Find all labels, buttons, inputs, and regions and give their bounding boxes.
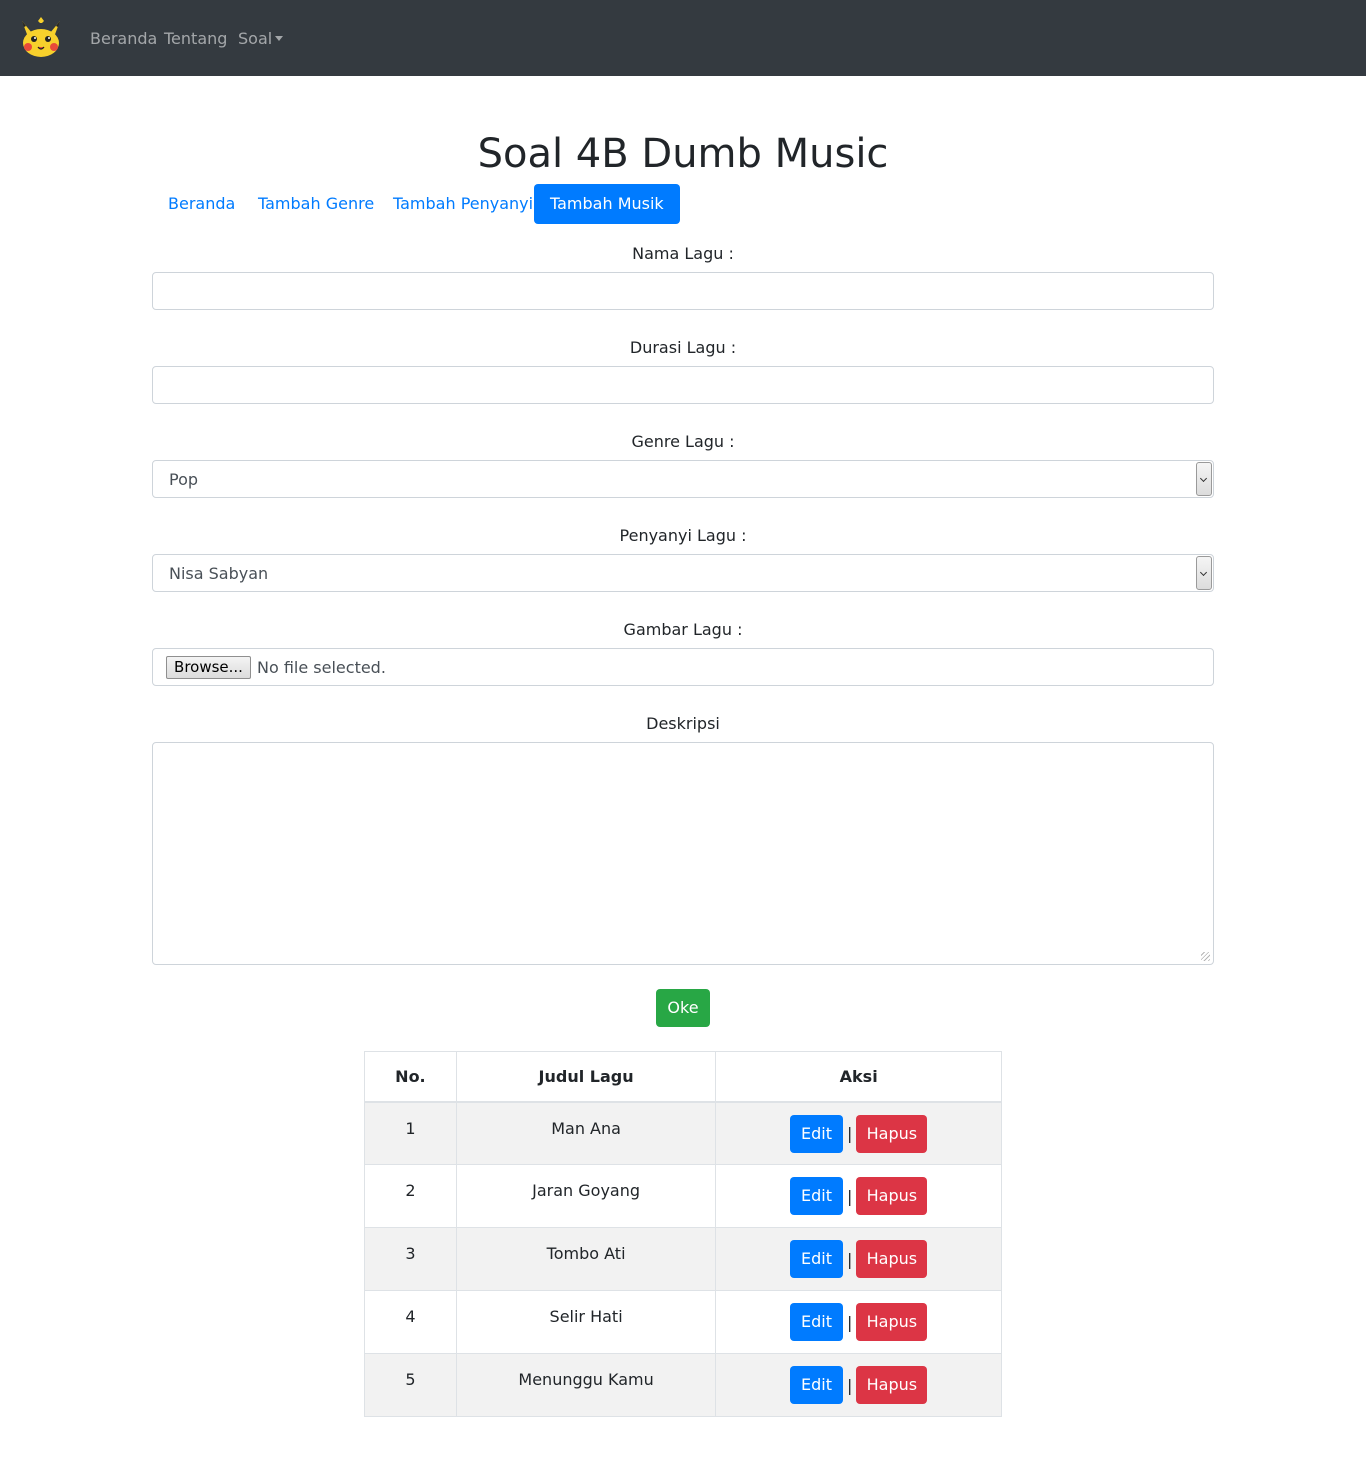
hapus-button[interactable]: Hapus: [856, 1114, 928, 1153]
penyanyi-lagu-selected: Nisa Sabyan: [169, 564, 269, 583]
table-header-row: No. Judul Lagu Aksi: [364, 1051, 1002, 1103]
tab-tambah-musik[interactable]: Tambah Musik: [534, 184, 680, 224]
separator: |: [846, 1124, 853, 1143]
table-row: 3 Tombo Ati Edit | Hapus: [364, 1227, 1002, 1291]
row-aksi: Edit | Hapus: [715, 1164, 1002, 1228]
browse-button[interactable]: Browse...: [166, 656, 251, 679]
row-no: 1: [364, 1101, 457, 1165]
penyanyi-lagu-label: Penyanyi Lagu :: [619, 526, 747, 545]
row-judul: Tombo Ati: [455, 1227, 717, 1291]
edit-button[interactable]: Edit: [789, 1177, 843, 1215]
edit-button[interactable]: Edit: [789, 1366, 843, 1404]
genre-lagu-select[interactable]: Pop: [152, 460, 1214, 498]
hapus-button[interactable]: Hapus: [856, 1240, 928, 1278]
deskripsi-textarea[interactable]: [152, 742, 1214, 965]
edit-button[interactable]: Edit: [789, 1240, 843, 1278]
page-title: Soal 4B Dumb Music: [477, 131, 889, 177]
separator: |: [846, 1186, 853, 1206]
table-row: 2 Jaran Goyang Edit | Hapus: [364, 1164, 1002, 1228]
chevron-down-icon[interactable]: [1196, 462, 1212, 496]
hapus-button[interactable]: Hapus: [856, 1366, 928, 1404]
hapus-button[interactable]: Hapus: [856, 1303, 928, 1341]
nav-link-tentang[interactable]: Tentang: [164, 29, 227, 49]
row-no: 2: [364, 1164, 457, 1228]
separator: |: [846, 1249, 853, 1269]
caret-down-icon: [275, 36, 284, 41]
genre-lagu-label: Genre Lagu :: [631, 432, 735, 451]
tab-tambah-penyanyi[interactable]: Tambah Penyanyi: [377, 184, 549, 224]
resize-grip-icon[interactable]: [1201, 952, 1210, 961]
row-aksi: Edit | Hapus: [715, 1101, 1002, 1165]
header-no: No.: [364, 1051, 457, 1103]
nama-lagu-label: Nama Lagu :: [632, 244, 734, 263]
edit-button[interactable]: Edit: [789, 1114, 843, 1153]
row-aksi: Edit | Hapus: [715, 1227, 1002, 1291]
genre-lagu-selected: Pop: [169, 470, 199, 489]
gambar-lagu-label: Gambar Lagu :: [623, 620, 743, 639]
row-judul: Jaran Goyang: [455, 1164, 717, 1228]
row-judul: Menunggu Kamu: [455, 1353, 717, 1417]
nav-dropdown-soal-label: Soal: [238, 29, 273, 48]
deskripsi-label: Deskripsi: [646, 714, 720, 733]
table-row: 5 Menunggu Kamu Edit | Hapus: [364, 1353, 1002, 1417]
gambar-lagu-file-input[interactable]: Browse... No file selected.: [152, 648, 1214, 686]
file-status: No file selected.: [257, 658, 386, 677]
row-no: 5: [364, 1353, 457, 1417]
nav-dropdown-soal[interactable]: Soal: [238, 29, 284, 49]
row-no: 3: [364, 1227, 457, 1291]
separator: |: [846, 1375, 853, 1395]
separator: |: [846, 1312, 853, 1332]
durasi-lagu-input[interactable]: [152, 366, 1214, 404]
row-no: 4: [364, 1290, 457, 1354]
header-aksi: Aksi: [715, 1051, 1002, 1103]
tab-beranda[interactable]: Beranda: [152, 184, 251, 224]
row-aksi: Edit | Hapus: [715, 1290, 1002, 1354]
header-judul-lagu: Judul Lagu: [455, 1051, 717, 1103]
row-aksi: Edit | Hapus: [715, 1353, 1002, 1417]
table-row: 1 Man Ana Edit | Hapus: [364, 1101, 1002, 1165]
row-judul: Man Ana: [455, 1101, 717, 1165]
nav-link-beranda[interactable]: Beranda: [90, 29, 157, 49]
row-judul: Selir Hati: [455, 1290, 717, 1354]
hapus-button[interactable]: Hapus: [856, 1177, 928, 1215]
pikachu-logo-icon[interactable]: [16, 17, 66, 59]
oke-button[interactable]: Oke: [656, 989, 710, 1027]
chevron-down-icon[interactable]: [1196, 556, 1212, 590]
nama-lagu-input[interactable]: [152, 272, 1214, 310]
durasi-lagu-label: Durasi Lagu :: [629, 338, 737, 357]
penyanyi-lagu-select[interactable]: Nisa Sabyan: [152, 554, 1214, 592]
edit-button[interactable]: Edit: [789, 1303, 843, 1341]
table-row: 4 Selir Hati Edit | Hapus: [364, 1290, 1002, 1354]
lagu-table: No. Judul Lagu Aksi 1 Man Ana Edit | Hapus…: [364, 1051, 1002, 1417]
tab-tambah-genre[interactable]: Tambah Genre: [242, 184, 390, 224]
navbar: Beranda Tentang Soal: [0, 0, 1366, 76]
